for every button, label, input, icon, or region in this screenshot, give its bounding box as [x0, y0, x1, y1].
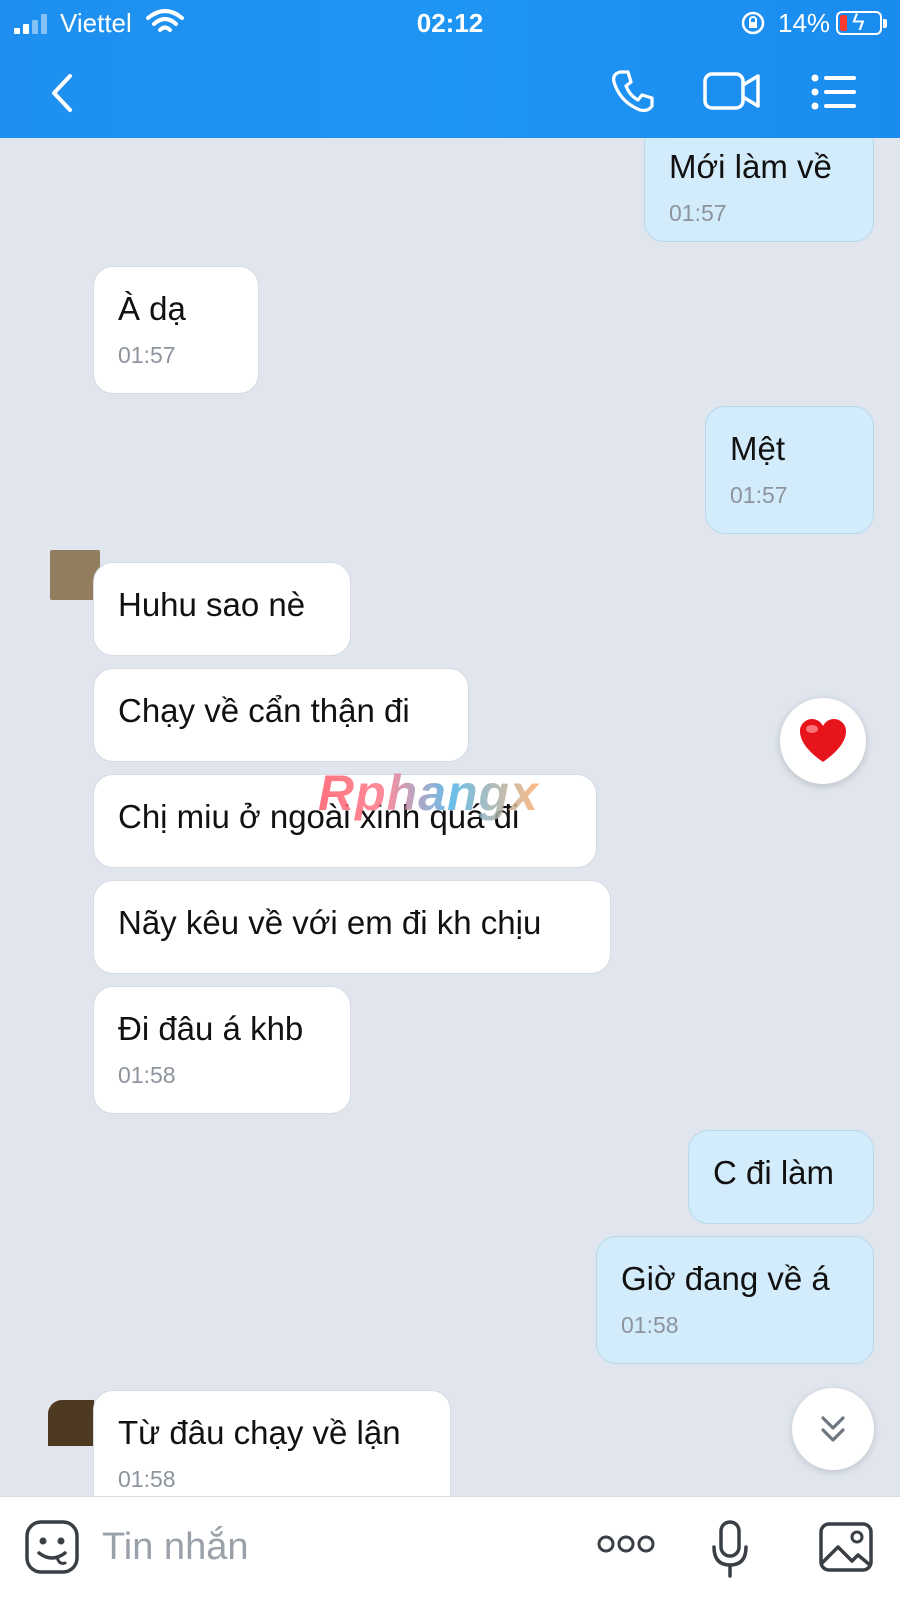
message-time: 01:58 [118, 1466, 176, 1492]
scroll-to-bottom-button[interactable] [792, 1388, 874, 1470]
heart-icon [800, 719, 846, 762]
image-gallery-icon[interactable] [818, 1521, 874, 1573]
message-text: Mệt [730, 430, 786, 467]
video-camera-icon[interactable] [702, 68, 762, 114]
message-bubble-incoming[interactable]: Đi đâu á khb 01:58 [93, 986, 351, 1114]
composer-bar [0, 1496, 900, 1600]
message-text: Mới làm về [669, 148, 832, 185]
back-icon[interactable] [40, 68, 90, 118]
message-bubble-incoming[interactable]: À dạ 01:57 [93, 266, 259, 394]
message-text: Từ đâu chạy về lận [118, 1414, 401, 1451]
phone-icon[interactable] [608, 66, 658, 116]
message-bubble-outgoing[interactable]: Giờ đang về á 01:58 [596, 1236, 874, 1364]
menu-list-icon[interactable] [810, 68, 858, 116]
battery-percent: 14% [778, 8, 831, 38]
message-text: À dạ [118, 290, 186, 327]
message-bubble-incoming[interactable]: Từ đâu chạy về lận 01:58 [93, 1390, 451, 1496]
message-time: 01:58 [621, 1312, 679, 1338]
message-bubble-outgoing[interactable]: Mới làm về 01:57 [644, 138, 874, 242]
message-time: 01:57 [669, 200, 727, 226]
message-text: Chạy về cẩn thận đi [118, 692, 410, 729]
message-bubble-incoming[interactable]: Chạy về cẩn thận đi [93, 668, 469, 762]
message-text: C đi làm [713, 1154, 835, 1191]
message-text: Đi đâu á khb [118, 1010, 304, 1047]
message-time: 01:58 [118, 1062, 176, 1088]
message-input[interactable] [102, 1517, 542, 1577]
double-chevron-down-icon [821, 1416, 845, 1442]
message-bubble-incoming[interactable]: Nãy kêu về với em đi kh chịu [93, 880, 611, 974]
rotation-lock-icon [741, 11, 765, 35]
message-bubble-outgoing[interactable]: C đi làm [688, 1130, 874, 1224]
message-bubble-incoming[interactable]: Huhu sao nè [93, 562, 351, 656]
status-bar: Viettel 02:12 14% ϟ [0, 0, 900, 46]
chat-header [0, 46, 900, 138]
message-time: 01:57 [118, 342, 176, 368]
reaction-badge[interactable] [780, 698, 866, 784]
message-bubble-outgoing[interactable]: Mệt 01:57 [705, 406, 874, 534]
message-text: Nãy kêu về với em đi kh chịu [118, 904, 542, 941]
top-bar: Viettel 02:12 14% ϟ [0, 0, 900, 138]
avatar[interactable] [48, 1400, 94, 1446]
message-text: Huhu sao nè [118, 586, 306, 623]
battery-icon: ϟ [836, 9, 887, 36]
watermark: Rphangx [318, 765, 539, 821]
sticker-emoji-icon[interactable] [24, 1519, 80, 1575]
message-time: 01:57 [730, 482, 788, 508]
microphone-icon[interactable] [710, 1519, 750, 1579]
message-text: Giờ đang về á [621, 1260, 830, 1297]
message-list[interactable]: Mới làm về 01:57 À dạ 01:57 Mệt 01:57 Hu… [0, 138, 900, 1496]
more-options-icon[interactable] [596, 1531, 656, 1557]
